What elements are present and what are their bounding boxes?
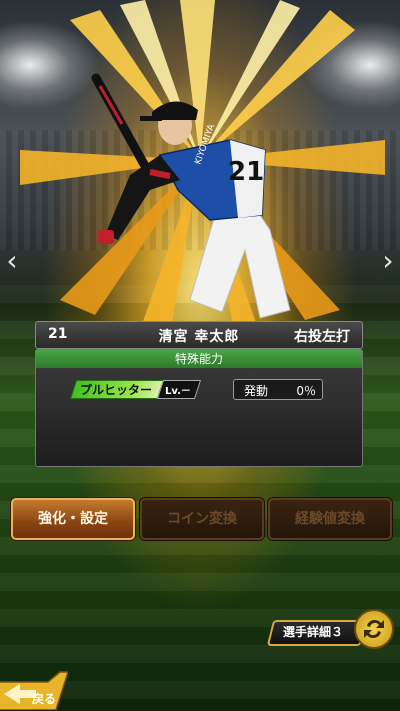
trigger-rate: 発動 0％ [233,379,323,400]
skill-level: Lv.－ [165,386,191,397]
chevron-right-icon[interactable]: › [378,246,398,276]
back-label: 戻る [32,692,57,706]
trigger-value: 0％ [296,384,316,398]
coin-convert-button[interactable]: コイン変換 [140,498,264,540]
skill-name: プルヒッター [80,383,153,397]
ability-header: 特殊能力 [36,350,362,368]
batting-glove [98,230,114,244]
exp-convert-button[interactable]: 経験値変換 [268,498,392,540]
chevron-left-icon[interactable]: ‹ [2,246,22,276]
swap-arrows-icon [364,619,384,639]
enhance-settings-button[interactable]: 強化・設定 [11,498,135,540]
trigger-label: 発動 [244,384,269,398]
jersey-number-text: 21 [228,157,264,187]
player-name-bar: 21 清宮 幸太郎 右投左打 [35,321,363,349]
player-card-art: 21 KIYOMIYA [20,0,385,335]
player-detail-label: 選手詳細３ [283,625,344,639]
special-ability-box: 特殊能力 [35,349,363,467]
player-handedness: 右投左打 [294,329,350,345]
swap-icon[interactable] [354,609,394,649]
